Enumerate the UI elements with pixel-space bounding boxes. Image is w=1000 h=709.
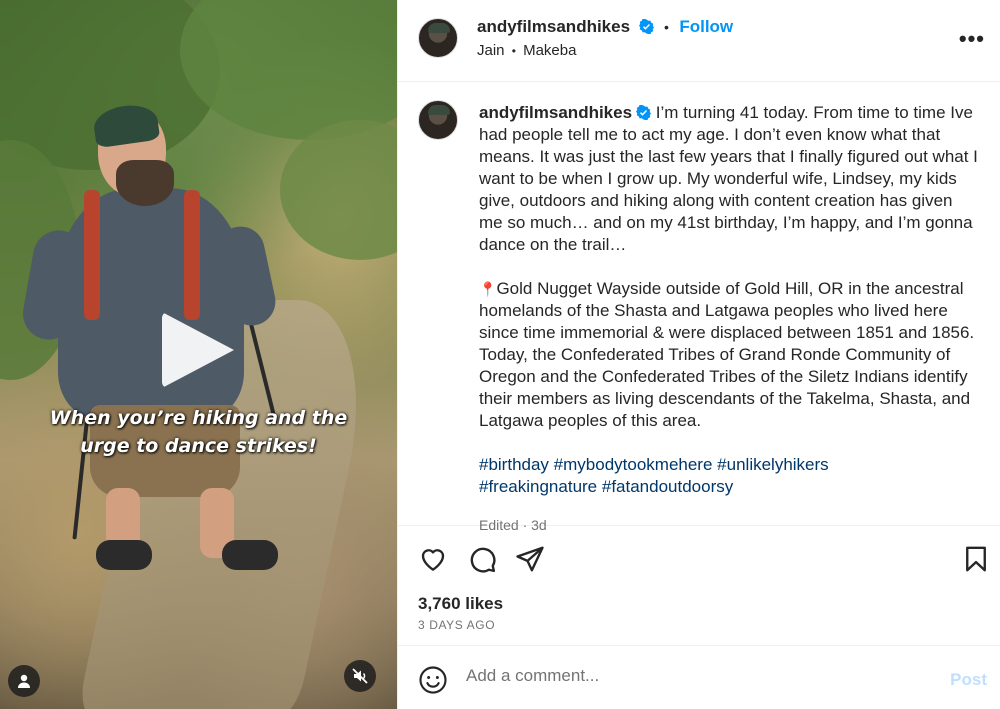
header-dot: • [663, 19, 669, 35]
hashtag-link[interactable]: #mybodytookmehere [554, 455, 713, 474]
heart-icon[interactable] [418, 544, 448, 574]
audio-info[interactable]: Jain • Makeba [477, 42, 576, 59]
caption-paragraph-2: 📍Gold Nugget Wayside outside of Gold Hil… [479, 278, 979, 432]
caption-text: andyfilmsandhikes I’m turning 41 today. … [479, 102, 979, 536]
header-username[interactable]: andyfilmsandhikes [477, 17, 630, 36]
action-bar: 3,760 likes 3 DAYS AGO [398, 526, 1000, 646]
comment-input[interactable] [466, 666, 926, 686]
share-icon[interactable] [515, 544, 545, 574]
verified-badge-icon [638, 19, 654, 34]
caption-body-1: I’m turning 41 today. From time to time … [479, 103, 978, 254]
video-caption-line1: When you’re hiking and the [49, 407, 348, 429]
hashtags: #birthday #mybodytookmehere #unlikelyhik… [479, 454, 979, 498]
play-icon[interactable] [162, 312, 234, 388]
emoji-icon[interactable] [418, 665, 448, 695]
bookmark-icon[interactable] [961, 544, 991, 574]
video-caption-line2: urge to dance strikes! [80, 435, 317, 457]
post-caption-area: andyfilmsandhikes I’m turning 41 today. … [398, 82, 1000, 533]
location-pin-icon: 📍 [479, 281, 497, 297]
post-comment-button[interactable]: Post [950, 670, 987, 690]
caption-avatar[interactable] [418, 100, 458, 140]
header-title-row: andyfilmsandhikes • Follow [477, 17, 733, 37]
caption-body-2: Gold Nugget Wayside outside of Gold Hill… [479, 279, 975, 430]
audio-artist: Jain [477, 42, 505, 59]
follow-button[interactable]: Follow [679, 17, 733, 36]
more-options-icon[interactable]: ••• [959, 26, 985, 52]
hashtag-link[interactable]: #birthday [479, 455, 549, 474]
muted-speaker-icon[interactable] [344, 660, 376, 692]
hashtag-link[interactable]: #freakingnature [479, 477, 597, 496]
hashtag-link[interactable]: #fatandoutdoorsy [602, 477, 733, 496]
likes-count[interactable]: 3,760 likes [418, 594, 503, 614]
user-tag-icon[interactable] [8, 665, 40, 697]
hashtag-link[interactable]: #unlikelyhikers [717, 455, 829, 474]
post-video[interactable]: When you’re hiking and the urge to dance… [0, 0, 397, 709]
post-header: andyfilmsandhikes • Follow Jain • Makeba… [398, 0, 1000, 82]
comment-bar: Post [398, 648, 1000, 709]
audio-track: Makeba [523, 42, 577, 59]
audio-separator: • [511, 44, 516, 58]
post-details-panel: andyfilmsandhikes • Follow Jain • Makeba… [397, 0, 1000, 709]
avatar[interactable] [418, 18, 458, 58]
comment-icon[interactable] [467, 544, 497, 574]
post-date: 3 DAYS AGO [418, 618, 496, 632]
caption-paragraph-1: andyfilmsandhikes I’m turning 41 today. … [479, 102, 979, 256]
verified-badge-icon [636, 105, 652, 120]
caption-username[interactable]: andyfilmsandhikes [479, 103, 632, 122]
